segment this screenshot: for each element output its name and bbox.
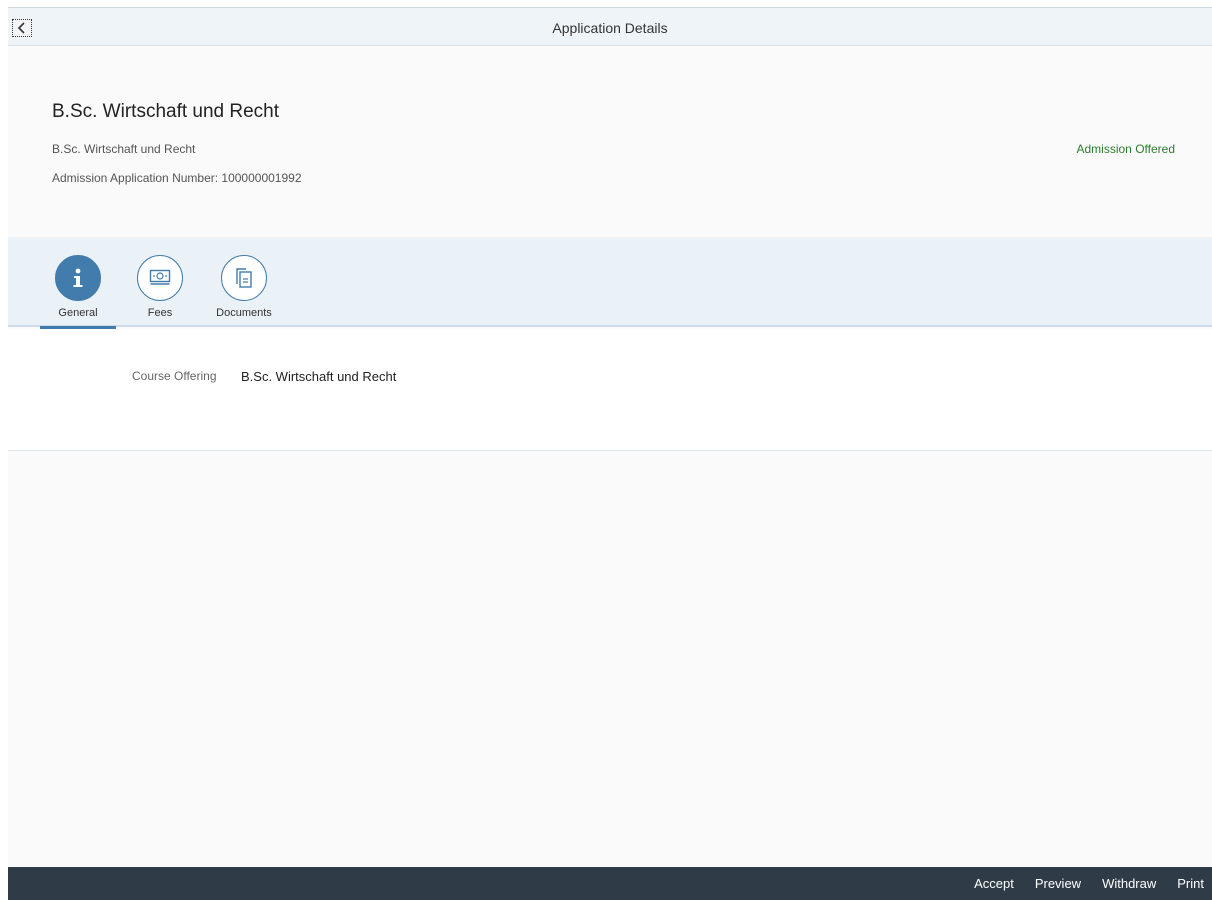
icon-tab-bar: General Fees Documents — [8, 237, 1212, 329]
application-number: Admission Application Number: 1000000019… — [52, 171, 302, 185]
course-offering-label: Course Offering — [132, 369, 217, 383]
app-frame: Application Details B.Sc. Wirtschaft und… — [8, 7, 1212, 900]
preview-button[interactable]: Preview — [1035, 876, 1081, 891]
object-header: B.Sc. Wirtschaft und Recht B.Sc. Wirtsch… — [8, 47, 1212, 237]
general-section: Course Offering B.Sc. Wirtschaft und Rec… — [8, 329, 1212, 451]
documents-icon — [236, 268, 252, 288]
info-icon — [73, 268, 83, 287]
tab-general-label: General — [58, 307, 98, 319]
tab-general[interactable]: General — [40, 255, 116, 329]
footer-actions: Accept Preview Withdraw Print — [974, 867, 1212, 900]
shell-bar: Application Details — [8, 8, 1212, 46]
status-text: Admission Offered — [1076, 142, 1176, 156]
tab-fees-icon-circle — [137, 255, 183, 301]
footer-toolbar: Accept Preview Withdraw Print — [8, 867, 1212, 900]
accept-button[interactable]: Accept — [974, 876, 1014, 891]
withdraw-button[interactable]: Withdraw — [1102, 876, 1156, 891]
tab-fees[interactable]: Fees — [122, 255, 198, 327]
page-title: Application Details — [552, 20, 668, 36]
object-subtitle: B.Sc. Wirtschaft und Recht — [52, 142, 196, 156]
course-offering-value: B.Sc. Wirtschaft und Recht — [241, 369, 397, 384]
tab-documents-label: Documents — [216, 307, 272, 319]
print-button[interactable]: Print — [1177, 876, 1204, 891]
money-bills-icon — [149, 269, 171, 285]
object-title: B.Sc. Wirtschaft und Recht — [52, 101, 280, 122]
tab-documents-icon-circle — [221, 255, 267, 301]
tab-fees-label: Fees — [147, 307, 173, 319]
tab-general-icon-circle — [55, 255, 101, 301]
tab-documents[interactable]: Documents — [206, 255, 282, 327]
